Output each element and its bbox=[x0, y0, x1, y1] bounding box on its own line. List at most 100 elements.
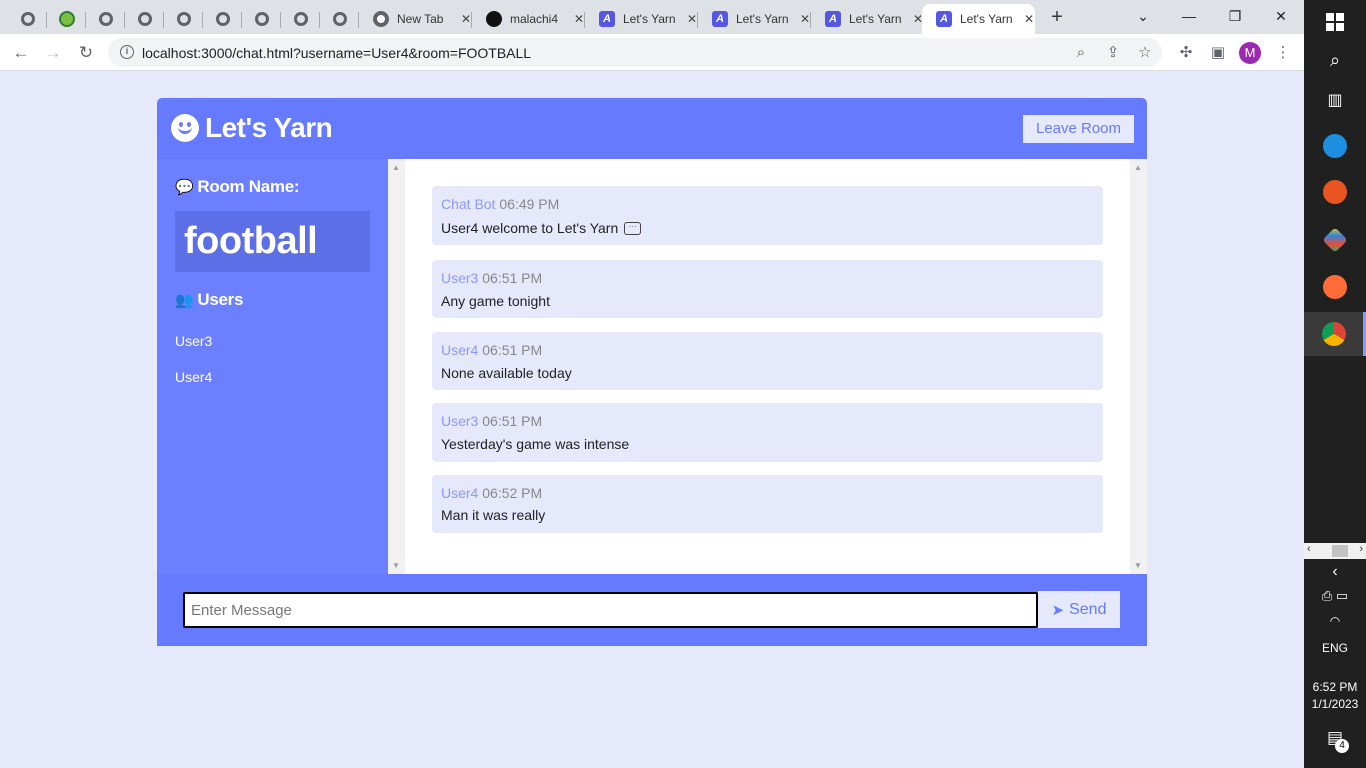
tab-title: Let's Yarn bbox=[849, 12, 902, 26]
task-view-icon[interactable]: ▥ bbox=[1304, 78, 1366, 122]
ubuntu-icon bbox=[1323, 180, 1347, 204]
wifi-icon[interactable]: ◠ bbox=[1304, 614, 1366, 628]
close-icon[interactable]: ✕ bbox=[461, 12, 471, 26]
share-icon[interactable]: ⇪ bbox=[1104, 44, 1122, 62]
tab-title: Let's Yarn bbox=[623, 12, 676, 26]
browser-tab[interactable]: A Let's Yarn ✕ bbox=[698, 4, 811, 34]
extensions-icon[interactable]: ✣ bbox=[1176, 43, 1196, 63]
close-icon[interactable]: ✕ bbox=[800, 12, 810, 26]
minimize-button[interactable]: — bbox=[1166, 4, 1212, 28]
browser-tab[interactable]: malachi4 ✕ bbox=[472, 4, 585, 34]
tab-title: Let's Yarn bbox=[960, 12, 1013, 26]
left-scrollbar[interactable]: ▲ ▼ bbox=[388, 159, 405, 574]
browser-tab[interactable] bbox=[164, 4, 203, 34]
clock-time[interactable]: 6:52 PM bbox=[1304, 680, 1366, 694]
yarn-icon: A bbox=[599, 11, 615, 27]
browser-tab[interactable] bbox=[125, 4, 164, 34]
restore-button[interactable]: ❐ bbox=[1212, 4, 1258, 28]
browser-tab[interactable]: A Let's Yarn ✕ bbox=[811, 4, 924, 34]
globe-icon bbox=[98, 11, 114, 27]
scroll-up-arrow-icon[interactable]: ▲ bbox=[392, 163, 400, 172]
send-button[interactable]: ➤ Send bbox=[1038, 591, 1120, 628]
close-window-button[interactable]: ✕ bbox=[1258, 4, 1304, 28]
language-indicator[interactable]: ENG bbox=[1304, 641, 1366, 655]
tab-title: New Tab bbox=[397, 12, 444, 26]
chat-message: User4 06:52 PM Man it was really bbox=[432, 475, 1103, 533]
browser-tab[interactable]: New Tab ✕ bbox=[359, 4, 472, 34]
browser-tab[interactable] bbox=[86, 4, 125, 34]
globe-icon bbox=[254, 11, 270, 27]
sidebar: 💬 Room Name: football 👥 Users User3 User… bbox=[157, 159, 388, 574]
reload-button[interactable]: ↻ bbox=[75, 42, 97, 64]
taskbar-app[interactable] bbox=[1304, 124, 1366, 168]
app-logo: Let's Yarn bbox=[171, 112, 333, 144]
taskbar-app[interactable] bbox=[1304, 218, 1366, 262]
browser-tab[interactable] bbox=[203, 4, 242, 34]
windows-logo-icon bbox=[1326, 13, 1344, 31]
scroll-down-arrow-icon[interactable]: ▼ bbox=[392, 561, 400, 570]
browser-tab[interactable] bbox=[8, 4, 47, 34]
scroll-down-arrow-icon[interactable]: ▼ bbox=[1134, 561, 1142, 570]
browser-tab[interactable] bbox=[242, 4, 281, 34]
browser-toolbar: ← → ↻ i localhost:3000/chat.html?usernam… bbox=[0, 34, 1304, 71]
leave-room-button[interactable]: Leave Room bbox=[1023, 115, 1134, 143]
show-hidden-icons-icon[interactable]: ‹ bbox=[1304, 563, 1366, 581]
chrome-icon bbox=[373, 11, 389, 27]
browser-tab-active[interactable]: A Let's Yarn ✕ bbox=[922, 4, 1035, 34]
scroll-up-arrow-icon[interactable]: ▲ bbox=[1134, 163, 1142, 172]
docker-icon bbox=[1323, 134, 1347, 158]
close-icon[interactable]: ✕ bbox=[1024, 12, 1034, 26]
side-panel-icon[interactable]: ▣ bbox=[1208, 43, 1228, 63]
app-header: Let's Yarn Leave Room bbox=[157, 98, 1147, 159]
github-icon bbox=[486, 11, 502, 27]
smile-icon bbox=[171, 114, 199, 142]
scroll-left-arrow-icon[interactable]: ‹ bbox=[1307, 543, 1311, 555]
tab-search-button[interactable]: ⌄ bbox=[1120, 4, 1166, 28]
taskbar-app-chrome[interactable] bbox=[1304, 312, 1366, 356]
scroll-right-arrow-icon[interactable]: › bbox=[1359, 543, 1363, 555]
browser-tab[interactable] bbox=[320, 4, 359, 34]
tray-scrollbar[interactable]: ‹ › bbox=[1304, 543, 1366, 559]
close-icon[interactable]: ✕ bbox=[687, 12, 697, 26]
meet-now-icon[interactable]: ⎙ ▭ bbox=[1304, 588, 1366, 604]
profile-avatar[interactable]: M bbox=[1239, 42, 1261, 64]
messages-scrollbar[interactable]: ▲ ▼ bbox=[1130, 159, 1147, 574]
yarn-icon: A bbox=[712, 11, 728, 27]
message-text: User4 welcome to Let's Yarn bbox=[441, 220, 619, 236]
globe-icon bbox=[20, 11, 36, 27]
yarn-icon: A bbox=[825, 11, 841, 27]
message-text: Any game tonight bbox=[441, 293, 550, 309]
message-time: 06:51 PM bbox=[482, 342, 543, 358]
taskbar-app[interactable] bbox=[1304, 170, 1366, 214]
address-bar[interactable]: i localhost:3000/chat.html?username=User… bbox=[108, 38, 1162, 67]
browser-tab[interactable] bbox=[281, 4, 320, 34]
message-input[interactable] bbox=[183, 592, 1038, 628]
globe-icon bbox=[176, 11, 192, 27]
chrome-icon bbox=[1321, 322, 1346, 346]
browser-tab[interactable]: A Let's Yarn ✕ bbox=[585, 4, 698, 34]
user-list-item: User3 bbox=[175, 333, 213, 349]
bookmark-star-icon[interactable]: ☆ bbox=[1136, 44, 1154, 62]
forward-button[interactable]: → bbox=[42, 42, 64, 64]
close-icon[interactable]: ✕ bbox=[574, 12, 584, 26]
browser-tab[interactable] bbox=[47, 4, 86, 34]
chat-messages-panel[interactable]: ▲ ▼ ▲ ▼ Chat Bot 06:49 PM User4 welcome … bbox=[388, 159, 1147, 574]
new-tab-button[interactable]: + bbox=[1046, 6, 1068, 28]
info-icon[interactable]: i bbox=[120, 45, 134, 59]
taskbar-app[interactable] bbox=[1304, 265, 1366, 309]
message-author: User3 bbox=[441, 413, 479, 429]
room-heading-label: Room Name: bbox=[197, 177, 300, 196]
message-time: 06:51 PM bbox=[482, 413, 543, 429]
send-label: Send bbox=[1069, 600, 1107, 618]
app-title: Let's Yarn bbox=[205, 112, 333, 143]
user-list-item: User4 bbox=[175, 369, 213, 385]
zoom-icon[interactable]: ⌕ bbox=[1072, 44, 1090, 62]
message-time: 06:52 PM bbox=[482, 485, 543, 501]
message-meta: User4 06:52 PM bbox=[441, 485, 542, 501]
message-author: User3 bbox=[441, 270, 479, 286]
back-button[interactable]: ← bbox=[10, 42, 32, 64]
search-icon[interactable]: ⌕ bbox=[1304, 38, 1366, 82]
menu-kebab-icon[interactable]: ⋮ bbox=[1273, 43, 1293, 63]
message-text: Man it was really bbox=[441, 507, 546, 523]
clock-date[interactable]: 1/1/2023 bbox=[1304, 697, 1366, 711]
